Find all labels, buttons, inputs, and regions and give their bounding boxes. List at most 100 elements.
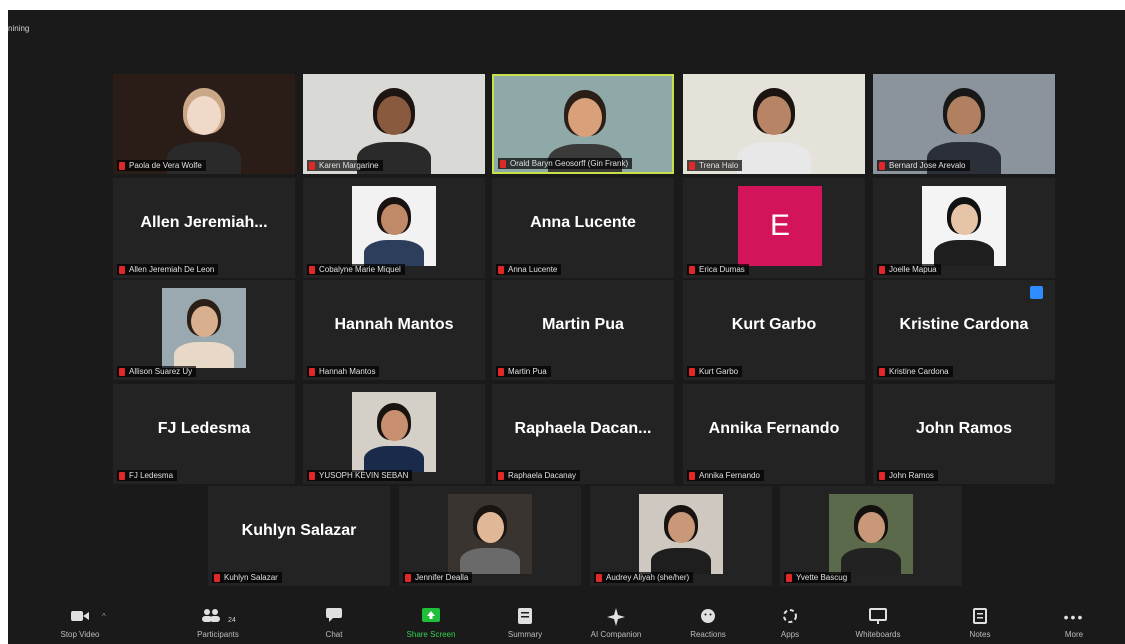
participant-name-label: Kristine Cardona [877, 366, 953, 377]
mic-muted-icon [405, 573, 411, 582]
participants-button[interactable]: 24 Participants [178, 608, 258, 642]
more-icon: ••• [1063, 609, 1085, 625]
participant-tile[interactable]: Anna Lucente Anna Lucente [492, 178, 674, 278]
participant-tile[interactable]: John Ramos John Ramos [873, 384, 1055, 484]
participant-display-name: Hannah Mantos [334, 316, 454, 333]
participants-label: Participants [197, 630, 239, 639]
participant-name: Anna Lucente [508, 265, 558, 274]
participant-tile[interactable]: Kurt Garbo Kurt Garbo [683, 280, 865, 380]
mic-muted-icon [596, 573, 602, 582]
reactions-button[interactable]: Reactions [668, 608, 748, 642]
participant-video [683, 74, 865, 174]
ai-companion-button[interactable]: AI Companion [576, 608, 656, 642]
participant-tile[interactable]: Jennifer Dealla [399, 486, 581, 586]
mic-muted-icon [786, 573, 792, 582]
participant-tile[interactable]: Bernard Jose Arevalo [873, 74, 1055, 174]
participant-tile[interactable]: Allen Jeremiah... Allen Jeremiah De Leon [113, 178, 295, 278]
participant-tile[interactable]: Cobalyne Marie Miquel [303, 178, 485, 278]
participant-video [303, 74, 485, 174]
apps-button[interactable]: Apps [750, 608, 830, 642]
ai-companion-label: AI Companion [590, 630, 642, 639]
participant-name: Joelle Mapua [889, 265, 937, 274]
participant-tile[interactable]: Annika Fernando Annika Fernando [683, 384, 865, 484]
mic-muted-icon [879, 471, 885, 480]
participant-display-name: Martin Pua [542, 316, 624, 333]
participant-name-label: Kurt Garbo [687, 366, 743, 377]
participant-tile[interactable]: Orald Baryn Geosorff (Gin Frank) [492, 74, 674, 174]
participant-tile[interactable]: E Erica Dumas [683, 178, 865, 278]
participant-name: Hannah Mantos [319, 367, 376, 376]
participant-name: YUSOPH KEVIN SEBAN [319, 471, 409, 480]
stop-video-label: Stop Video [60, 630, 100, 639]
participant-tile[interactable]: Kristine Cardona Kristine Cardona [873, 280, 1055, 380]
participant-name-label: Allen Jeremiah De Leon [117, 264, 219, 275]
participant-name-label: Jennifer Dealla [403, 572, 473, 583]
summary-label: Summary [507, 630, 543, 639]
participant-tile[interactable]: Hannah Mantos Hannah Mantos [303, 280, 485, 380]
participant-tile[interactable]: Yvette Bascug [780, 486, 962, 586]
participant-tile[interactable]: Martin Pua Martin Pua [492, 280, 674, 380]
participant-name: Annika Fernando [699, 471, 760, 480]
mic-muted-icon [498, 265, 504, 274]
participant-name: Yvette Bascug [796, 573, 848, 582]
participant-name-label: Kuhlyn Salazar [212, 572, 282, 583]
more-button[interactable]: ••• More [1034, 608, 1114, 642]
notes-button[interactable]: Notes [940, 608, 1020, 642]
participant-name-label: Bernard Jose Arevalo [877, 160, 970, 171]
participant-display-name: Raphaela Dacan... [514, 420, 652, 437]
participant-name: Erica Dumas [699, 265, 745, 274]
participant-video [113, 74, 295, 174]
participant-video [873, 74, 1055, 174]
participant-name: Cobalyne Marie Miquel [319, 265, 401, 274]
stop-video-button[interactable]: ^ Stop Video [40, 608, 120, 642]
share-screen-button[interactable]: Share Screen [391, 608, 471, 642]
chat-button[interactable]: Chat [294, 608, 374, 642]
participant-tile[interactable]: Paola de Vera Wolfe [113, 74, 295, 174]
participant-tile[interactable]: Karen Margarine [303, 74, 485, 174]
participant-name: John Ramos [889, 471, 934, 480]
participant-name-label: Orald Baryn Geosorff (Gin Frank) [498, 158, 633, 169]
participant-name-label: Joelle Mapua [877, 264, 941, 275]
participant-tile[interactable]: Audrey Aliyah (she/her) [590, 486, 772, 586]
participant-name-label: YUSOPH KEVIN SEBAN [307, 470, 413, 481]
participant-name: Allison Suarez Uy [129, 367, 193, 376]
participant-video [639, 494, 723, 574]
mic-muted-icon [309, 265, 315, 274]
participant-tile[interactable]: Raphaela Dacan... Raphaela Dacanay [492, 384, 674, 484]
window-title: nining [8, 24, 30, 33]
participant-video [352, 392, 436, 472]
participant-name: Allen Jeremiah De Leon [129, 265, 215, 274]
participant-tile[interactable]: Trena Halo [683, 74, 865, 174]
chat-icon [294, 608, 374, 626]
share-screen-label: Share Screen [406, 630, 456, 639]
participant-tile[interactable]: Joelle Mapua [873, 178, 1055, 278]
reactions-label: Reactions [690, 630, 726, 639]
participant-tile[interactable]: FJ Ledesma FJ Ledesma [113, 384, 295, 484]
participant-name-label: Allison Suarez Uy [117, 366, 197, 377]
chevron-up-icon[interactable]: ^ [102, 612, 106, 621]
participant-name-label: John Ramos [877, 470, 938, 481]
reactions-icon [668, 608, 748, 626]
video-camera-icon [40, 608, 120, 626]
participant-name-label: Annika Fernando [687, 470, 764, 481]
participant-video [448, 494, 532, 574]
mic-muted-icon [119, 471, 125, 480]
participant-tile[interactable]: Kuhlyn Salazar Kuhlyn Salazar [208, 486, 390, 586]
more-label: More [1064, 630, 1084, 639]
participant-name: FJ Ledesma [129, 471, 174, 480]
participant-name: Kristine Cardona [889, 367, 949, 376]
mic-muted-icon [498, 471, 504, 480]
summary-button[interactable]: Summary [485, 608, 565, 642]
mic-muted-icon [689, 161, 695, 170]
participant-tile[interactable]: Allison Suarez Uy [113, 280, 295, 380]
mic-muted-icon [689, 471, 695, 480]
participant-display-name: Annika Fernando [708, 420, 840, 437]
participant-name: Raphaela Dacanay [508, 471, 577, 480]
participant-name: Bernard Jose Arevalo [889, 161, 966, 170]
mic-muted-icon [309, 367, 315, 376]
participants-count: 24 [228, 617, 236, 624]
whiteboards-button[interactable]: Whiteboards [838, 608, 918, 642]
participant-tile[interactable]: YUSOPH KEVIN SEBAN [303, 384, 485, 484]
participant-name-label: Raphaela Dacanay [496, 470, 581, 481]
participant-video [162, 288, 246, 368]
